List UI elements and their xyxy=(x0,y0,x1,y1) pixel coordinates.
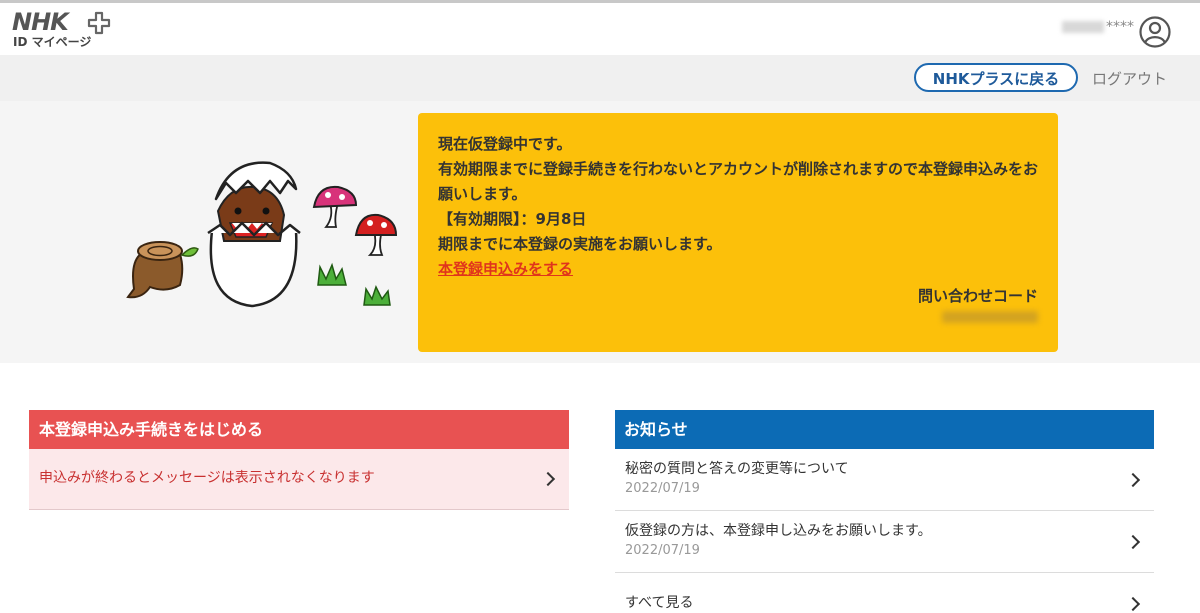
register-link[interactable]: 本登録申込みをする xyxy=(438,260,573,278)
registration-card-title: 本登録申込み手続きをはじめる xyxy=(29,410,569,449)
news-card-title: お知らせ xyxy=(615,410,1154,449)
notice-line: 現在仮登録中です。 xyxy=(438,135,572,153)
inquiry-code-label: 問い合わせコード xyxy=(917,287,1038,305)
see-all-news-link[interactable]: すべて見る xyxy=(615,573,1154,613)
mushroom-icon xyxy=(312,185,358,228)
grass-icon xyxy=(317,262,347,286)
news-item-date: 2022/07/19 xyxy=(625,543,700,558)
notice-line: 期限までに本登録の実施をお願いします。 xyxy=(438,235,722,253)
chevron-right-icon xyxy=(1125,596,1141,612)
news-card: お知らせ 秘密の質問と答えの変更等について 2022/07/19 仮登録の方は、… xyxy=(615,410,1154,613)
hero-band: 現在仮登録中です。 有効期限までに登録手続きを行わないとアカウントが削除されます… xyxy=(0,101,1200,363)
logo-wordmark: NHK xyxy=(12,8,69,36)
page-header: NHK ID マイページ **** xyxy=(0,3,1200,55)
news-list-item[interactable]: 秘密の質問と答えの変更等について 2022/07/19 xyxy=(615,449,1154,511)
chevron-right-icon xyxy=(540,471,556,487)
username-suffix: **** xyxy=(1106,19,1134,35)
news-item-date: 2022/07/19 xyxy=(625,481,700,496)
user-avatar-icon[interactable] xyxy=(1138,15,1172,49)
news-list-item[interactable]: 仮登録の方は、本登録申し込みをお願いします。 2022/07/19 xyxy=(615,511,1154,573)
registration-card-item[interactable]: 申込みが終わるとメッセージは表示されなくなります xyxy=(29,449,569,510)
back-to-nhk-plus-button[interactable]: NHKプラスに戻る xyxy=(914,63,1078,92)
notice-line: 有効期限までに登録手続きを行わないとアカウントが削除されますので本登録申込みをお… xyxy=(438,160,1039,203)
news-item-title: 仮登録の方は、本登録申し込みをお願いします。 xyxy=(625,523,932,539)
tree-stump-icon xyxy=(126,241,199,299)
notice-line: 【有効期限】：9月8日 xyxy=(438,210,587,228)
inquiry-code-masked xyxy=(942,311,1038,323)
logo-subtitle: ID マイページ xyxy=(13,35,92,49)
mushroom-icon xyxy=(354,213,398,256)
news-item-title: 秘密の質問と答えの変更等について xyxy=(625,461,849,477)
username-masked-part xyxy=(1062,21,1104,33)
username-display: **** xyxy=(1062,19,1134,35)
nhk-id-logo[interactable]: NHK ID マイページ xyxy=(12,9,122,53)
provisional-registration-notice: 現在仮登録中です。 有効期限までに登録手続きを行わないとアカウントが削除されます… xyxy=(418,113,1058,352)
registration-card: 本登録申込み手続きをはじめる 申込みが終わるとメッセージは表示されなくなります xyxy=(29,410,569,513)
registration-card-item-label: 申込みが終わるとメッセージは表示されなくなります xyxy=(39,470,375,486)
nhk-plus-logo-icon xyxy=(87,11,111,35)
sub-navigation-bar: NHKプラスに戻る ログアウト xyxy=(0,55,1200,101)
grass-icon xyxy=(363,285,391,306)
see-all-label: すべて見る xyxy=(625,595,694,611)
domo-egg-illustration xyxy=(126,161,398,308)
logout-link[interactable]: ログアウト xyxy=(1092,68,1167,89)
